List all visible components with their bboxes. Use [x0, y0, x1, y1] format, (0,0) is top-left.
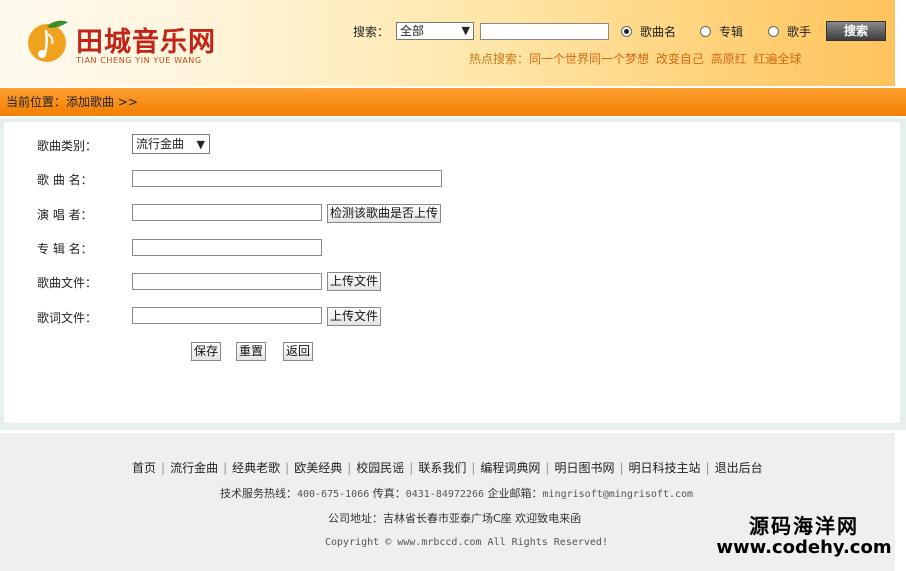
hot-search-link[interactable]: 红遍全球 [754, 52, 802, 66]
footer-link-books[interactable]: 明日图书网 [554, 461, 614, 475]
radio-song-name-label: 歌曲名 [640, 25, 677, 39]
link-separator: | [347, 461, 352, 475]
site-header: 田城音乐网 TIAN CHENG YIN YUE WANG 搜索： 全部 ▼ 歌… [0, 0, 895, 86]
link-separator: | [705, 461, 710, 475]
lyric-file-label: 歌词文件： [37, 311, 98, 325]
link-separator: | [161, 461, 166, 475]
email-label: 企业邮箱： [487, 487, 543, 500]
copyright: Copyright © www.mrbccd.com All Rights Re… [325, 537, 608, 548]
link-separator: | [471, 461, 476, 475]
radio-album[interactable]: 专辑 [700, 23, 743, 40]
footer-link-home[interactable]: 首页 [132, 461, 156, 475]
link-separator: | [545, 461, 550, 475]
check-upload-button[interactable]: 检测该歌曲是否上传 [327, 204, 442, 223]
footer-link-pop[interactable]: 流行金曲 [170, 461, 218, 475]
add-song-form: 歌曲类别： 流行金曲 ▼ 歌 曲 名： 演 唱 者： 检测该歌曲是否上传 专 辑… [4, 122, 900, 423]
link-separator: | [223, 461, 228, 475]
email-address: mingrisoft@mingrisoft.com [542, 489, 694, 500]
footer-link-western[interactable]: 欧美经典 [294, 461, 342, 475]
radio-album-label: 专辑 [719, 25, 744, 39]
lyric-file-input[interactable] [132, 307, 322, 324]
song-name-label: 歌 曲 名： [37, 173, 93, 187]
link-separator: | [619, 461, 624, 475]
link-separator: | [409, 461, 414, 475]
hotline-number: 400-675-1066 [297, 489, 370, 500]
logo-title: 田城音乐网 [76, 27, 216, 58]
hot-search-link[interactable]: 同一个世界同一个梦想 [529, 52, 649, 66]
radio-unchecked-icon [700, 26, 711, 37]
add-song-panel: 歌曲类别： 流行金曲 ▼ 歌 曲 名： 演 唱 者： 检测该歌曲是否上传 专 辑… [0, 118, 906, 430]
footer-links: 首页 | 流行金曲 | 经典老歌 | 欧美经典 | 校园民谣 | 联系我们 | 编程词典网 | 明日图书网 |… [132, 459, 763, 476]
footer-link-dictionary[interactable]: 编程词典网 [480, 461, 540, 475]
hotline-label: 技术服务热线： [220, 487, 297, 500]
radio-checked-icon [621, 26, 632, 37]
singer-label: 演 唱 者： [37, 208, 93, 222]
footer-link-contact[interactable]: 联系我们 [418, 461, 466, 475]
logo-subtitle: TIAN CHENG YIN YUE WANG [76, 56, 202, 65]
category-label: 歌曲类别： [37, 139, 98, 153]
hot-search-link[interactable]: 高原红 [711, 52, 747, 66]
radio-unchecked-icon [768, 26, 779, 37]
breadcrumb: 当前位置：添加歌曲 >> [6, 95, 138, 109]
upload-lyric-button[interactable]: 上传文件 [327, 307, 382, 326]
search-label: 搜索： [353, 25, 390, 39]
hot-search-link[interactable]: 改变自己 [656, 52, 704, 66]
reset-button[interactable]: 重置 [236, 342, 267, 361]
chevron-down-icon: ▼ [196, 138, 205, 151]
fax-label: 传真： [372, 487, 406, 500]
search-scope-value: 全部 [400, 24, 425, 38]
category-select[interactable]: 流行金曲 ▼ [132, 134, 210, 154]
upload-song-button[interactable]: 上传文件 [327, 272, 382, 291]
song-name-input[interactable] [132, 170, 442, 187]
category-value: 流行金曲 [136, 137, 185, 151]
save-button[interactable]: 保存 [191, 342, 222, 361]
hot-search-label: 热点搜索： [469, 52, 530, 66]
search-scope-select[interactable]: 全部 ▼ [396, 22, 474, 40]
album-label: 专 辑 名： [37, 242, 93, 256]
search-input[interactable] [480, 23, 609, 40]
fax-number: 0431-84972266 [405, 489, 485, 500]
hot-search: 热点搜索：同一个世界同一个梦想 改变自己 高原红 红遍全球 [469, 50, 805, 67]
album-input[interactable] [132, 239, 322, 256]
radio-song-name[interactable]: 歌曲名 [621, 23, 676, 40]
watermark: 源码海洋网 www.codehy.com [702, 516, 906, 557]
footer-link-mingri[interactable]: 明日科技主站 [629, 461, 701, 475]
watermark-url: www.codehy.com [716, 537, 892, 558]
back-button[interactable]: 返回 [283, 342, 314, 361]
contact-info: 技术服务热线：400-675-1066 传真：0431-84972266 企业邮… [220, 485, 693, 501]
link-separator: | [285, 461, 290, 475]
chevron-down-icon: ▼ [461, 24, 470, 37]
footer-link-campus[interactable]: 校园民谣 [356, 461, 404, 475]
song-file-label: 歌曲文件： [37, 276, 98, 290]
footer-link-logout[interactable]: 退出后台 [715, 461, 763, 475]
site-logo[interactable]: 田城音乐网 TIAN CHENG YIN YUE WANG [24, 14, 224, 74]
search-button[interactable]: 搜索 [826, 21, 886, 41]
breadcrumb-bar: 当前位置：添加歌曲 >> [0, 88, 906, 116]
song-file-input[interactable] [132, 273, 322, 290]
music-note-icon [28, 20, 68, 62]
radio-singer[interactable]: 歌手 [768, 23, 811, 40]
singer-input[interactable] [132, 204, 322, 221]
footer-link-classic[interactable]: 经典老歌 [232, 461, 280, 475]
watermark-title: 源码海洋网 [749, 514, 859, 538]
company-address: 公司地址：吉林省长春市亚泰广场C座 欢迎致电来函 [328, 512, 582, 525]
radio-singer-label: 歌手 [787, 25, 812, 39]
